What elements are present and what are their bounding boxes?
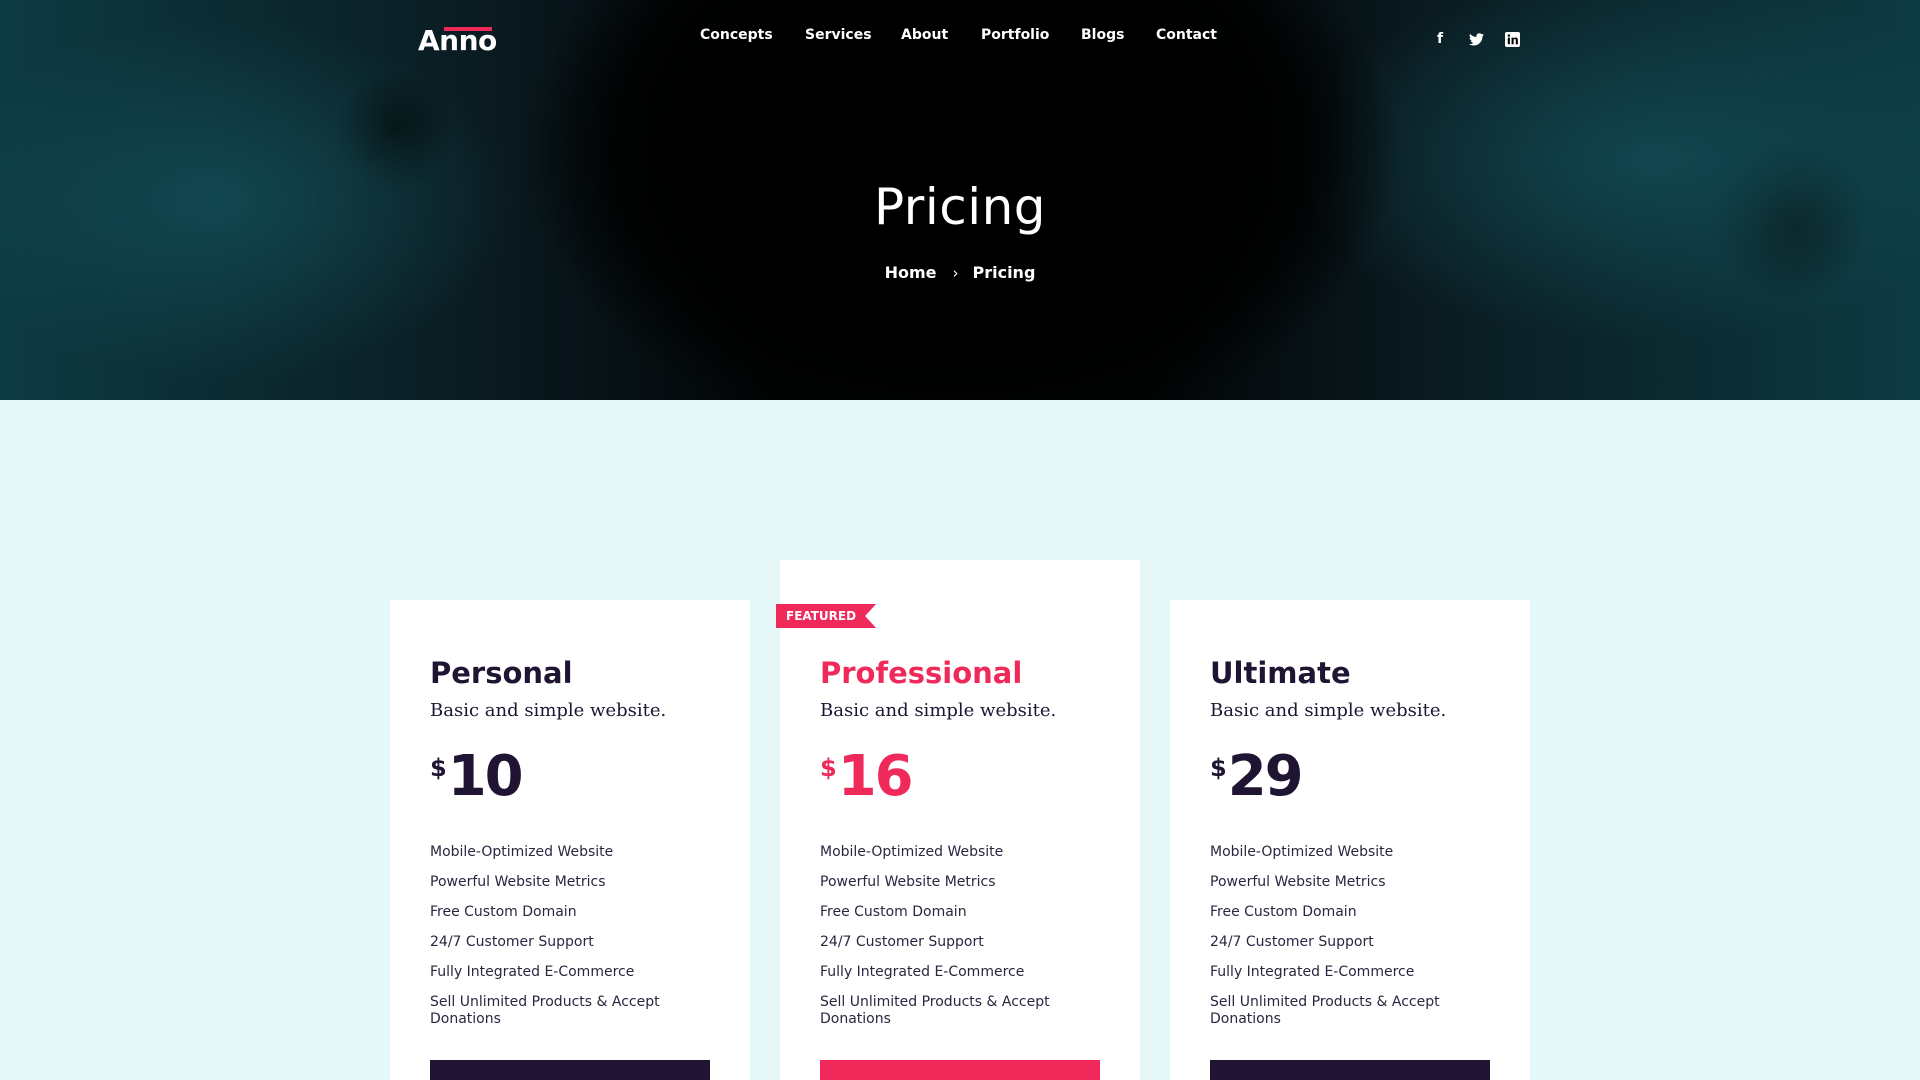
feature-item: Free Custom Domain: [430, 904, 577, 920]
feature-item: Free Custom Domain: [820, 904, 967, 920]
price-amount: 16: [837, 744, 914, 809]
nav-item-contact[interactable]: Contact: [1156, 27, 1217, 43]
price-amount: 10: [447, 744, 524, 809]
feature-item: Mobile-Optimized Website: [1210, 844, 1394, 860]
feature-item: Fully Integrated E-Commerce: [820, 964, 1025, 980]
breadcrumb: Home › Pricing: [0, 262, 1920, 282]
feature-item: Mobile-Optimized Website: [430, 844, 614, 860]
feature-item: Free Custom Domain: [1210, 904, 1357, 920]
feature-item: Powerful Website Metrics: [1210, 874, 1386, 890]
nav-item-blogs[interactable]: Blogs: [1081, 27, 1124, 43]
feature-item: Sell Unlimited Products & Accept Donatio…: [1210, 994, 1440, 1027]
pricing-card-personal: Personal Basic and simple website. $10 M…: [390, 600, 750, 1080]
feature-item: 24/7 Customer Support: [1210, 934, 1374, 950]
plan-price: $29: [1210, 744, 1304, 809]
feature-item: Powerful Website Metrics: [430, 874, 606, 890]
page-title: Pricing: [873, 178, 1047, 236]
twitter-bird-glyph: [1468, 32, 1484, 45]
feature-item: Sell Unlimited Products & Accept Donatio…: [820, 994, 1050, 1027]
currency-symbol: $: [820, 754, 837, 782]
breadcrumb-current: Pricing: [972, 263, 1036, 282]
plan-subtitle: Basic and simple website.: [820, 700, 1057, 721]
featured-badge: FEATURED: [776, 604, 877, 628]
feature-item: Fully Integrated E-Commerce: [430, 964, 635, 980]
main-nav: Concepts Services About Portfolio Blogs …: [0, 27, 1920, 51]
nav-item-services[interactable]: Services: [805, 27, 872, 43]
plan-name: Personal: [430, 656, 573, 690]
plan-name: Ultimate: [1210, 656, 1351, 690]
nav-item-portfolio[interactable]: Portfolio: [981, 27, 1049, 43]
feature-item: 24/7 Customer Support: [430, 934, 594, 950]
pricing-card-professional: FEATURED Professional Basic and simple w…: [776, 560, 1140, 1080]
currency-symbol: $: [430, 754, 447, 782]
feature-item: 24/7 Customer Support: [820, 934, 984, 950]
breadcrumb-home[interactable]: Home: [885, 263, 937, 282]
price-amount: 29: [1227, 744, 1304, 809]
linkedin-glyph: [1504, 31, 1520, 47]
plan-price: $16: [820, 744, 914, 809]
plan-subtitle: Basic and simple website.: [1210, 700, 1447, 721]
plan-name: Professional: [820, 656, 1023, 690]
feature-list: Mobile-Optimized Website Powerful Websit…: [1210, 844, 1500, 1041]
choose-plan-button[interactable]: [1210, 1060, 1490, 1080]
feature-list: Mobile-Optimized Website Powerful Websit…: [820, 844, 1110, 1041]
choose-plan-button[interactable]: [820, 1060, 1100, 1080]
twitter-icon[interactable]: [1467, 30, 1485, 48]
feature-item: Sell Unlimited Products & Accept Donatio…: [430, 994, 660, 1027]
facebook-icon[interactable]: f: [1431, 30, 1449, 48]
feature-list: Mobile-Optimized Website Powerful Websit…: [430, 844, 720, 1041]
linkedin-icon[interactable]: [1503, 30, 1521, 48]
nav-item-concepts[interactable]: Concepts: [700, 27, 773, 43]
page-header: Anno Concepts Services About Portfolio B…: [0, 0, 1920, 400]
feature-item: Mobile-Optimized Website: [820, 844, 1004, 860]
feature-item: Fully Integrated E-Commerce: [1210, 964, 1415, 980]
feature-item: Powerful Website Metrics: [820, 874, 996, 890]
choose-plan-button[interactable]: [430, 1060, 710, 1080]
plan-subtitle: Basic and simple website.: [430, 700, 667, 721]
currency-symbol: $: [1210, 754, 1227, 782]
pricing-card-ultimate: Ultimate Basic and simple website. $29 M…: [1170, 600, 1530, 1080]
plan-price: $10: [430, 744, 524, 809]
chevron-right-icon: ›: [952, 263, 959, 282]
nav-item-about[interactable]: About: [901, 27, 948, 43]
